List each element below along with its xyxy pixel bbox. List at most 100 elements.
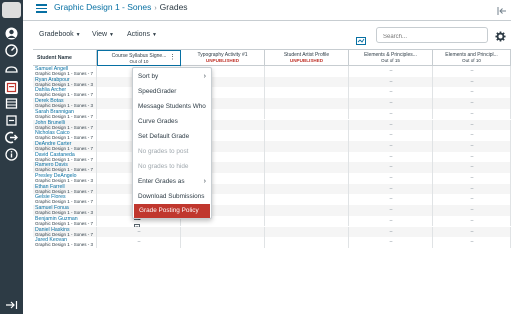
grade-cell[interactable]: [265, 66, 349, 77]
grade-cell[interactable]: –: [349, 130, 433, 141]
grade-cell[interactable]: –: [349, 76, 433, 88]
collapse-icon[interactable]: [5, 297, 18, 309]
grade-cell[interactable]: –: [349, 66, 433, 77]
student-cell[interactable]: Ramero Davis Graphic Design 1 - Sones - 7: [33, 162, 97, 173]
grade-cell[interactable]: [181, 226, 265, 238]
grade-cell[interactable]: [265, 87, 349, 99]
gradebook-menu-button[interactable]: Gradebook ▼: [39, 31, 81, 38]
grade-cell[interactable]: [265, 119, 349, 131]
grade-cell[interactable]: [265, 130, 349, 141]
student-cell[interactable]: John Brunelli Graphic Design 1 - Sones - …: [33, 119, 97, 131]
student-cell[interactable]: Ethan Farrell Graphic Design 1 - Sones - …: [33, 183, 97, 195]
student-cell[interactable]: DeAndre Carter Graphic Design 1 - Sones -…: [33, 140, 97, 152]
view-menu-button[interactable]: View ▼: [92, 31, 114, 38]
grade-cell[interactable]: –: [433, 183, 511, 195]
column-header-student-artist-profile[interactable]: Student Artist Profile UNPUBLISHED: [265, 50, 349, 66]
grade-cell[interactable]: [265, 194, 349, 206]
grade-cell[interactable]: –: [349, 183, 433, 195]
column-header-course-syllabus[interactable]: Course Syllabus Signe... Out of 10 ⋮: [97, 50, 181, 66]
history-icon[interactable]: [5, 114, 18, 127]
grade-cell[interactable]: –: [433, 237, 511, 248]
grade-cell[interactable]: –: [433, 194, 511, 206]
grade-cell[interactable]: [265, 237, 349, 248]
menu-item-enter-grades-as[interactable]: Enter Grades as ›: [133, 175, 211, 189]
grade-cell[interactable]: –: [349, 226, 433, 238]
student-cell[interactable]: Samuel Angell Graphic Design 1 - Sones - …: [33, 66, 97, 77]
grade-cell[interactable]: –: [349, 237, 433, 248]
grade-cell[interactable]: –: [349, 194, 433, 206]
grade-cell[interactable]: [265, 162, 349, 173]
grade-cell[interactable]: [265, 205, 349, 216]
grade-cell[interactable]: –: [97, 237, 181, 248]
help-icon[interactable]: [5, 148, 18, 161]
grade-cell[interactable]: –: [349, 119, 433, 131]
grade-cell[interactable]: [265, 108, 349, 120]
student-cell[interactable]: Dahlia Archer Graphic Design 1 - Sones - …: [33, 87, 97, 99]
filter-icon[interactable]: [356, 32, 366, 45]
student-cell[interactable]: Benjamin Guzman Graphic Design 1 - Sones …: [33, 215, 97, 227]
menu-item-set-default-grade[interactable]: Set Default Grade: [133, 130, 211, 144]
actions-menu-button[interactable]: Actions ▼: [127, 31, 157, 38]
courses-icon[interactable]: [5, 63, 18, 76]
grade-cell[interactable]: –: [433, 162, 511, 173]
menu-item-curve-grades[interactable]: Curve Grades: [133, 115, 211, 129]
search-input[interactable]: [376, 27, 488, 43]
grade-cell[interactable]: –: [433, 66, 511, 77]
grade-cell[interactable]: [265, 183, 349, 195]
grade-cell[interactable]: [181, 237, 265, 248]
menu-item-speedgrader[interactable]: SpeedGrader: [133, 85, 211, 99]
grade-cell[interactable]: –: [349, 87, 433, 99]
grade-cell[interactable]: –: [433, 87, 511, 99]
menu-item-grade-posting-policy[interactable]: Grade Posting Policy: [134, 204, 210, 218]
grade-cell[interactable]: [265, 226, 349, 238]
grade-cell[interactable]: [265, 215, 349, 227]
grade-cell[interactable]: [265, 98, 349, 109]
dashboard-icon[interactable]: [5, 44, 18, 57]
menu-item-sort-by[interactable]: Sort by ›: [133, 70, 211, 84]
grade-cell[interactable]: –: [349, 162, 433, 173]
column-header-typography-activity[interactable]: Typography Activity #1 UNPUBLISHED: [181, 50, 265, 66]
column-header-student-name[interactable]: Student Name: [33, 50, 97, 66]
institution-logo[interactable]: [2, 2, 21, 18]
grade-cell[interactable]: [265, 173, 349, 184]
grade-cell[interactable]: –: [433, 76, 511, 88]
kebab-menu-icon[interactable]: ⋮: [169, 54, 176, 61]
student-cell[interactable]: Presley DeAngelo Graphic Design 1 - Sones…: [33, 173, 97, 184]
account-icon[interactable]: [5, 27, 18, 40]
grade-cell[interactable]: –: [433, 98, 511, 109]
student-cell[interactable]: Ryan Arabpour Graphic Design 1 - Sones - …: [33, 76, 97, 88]
hamburger-icon[interactable]: [36, 4, 47, 13]
student-cell[interactable]: David Castaneda Graphic Design 1 - Sones …: [33, 151, 97, 163]
grade-cell[interactable]: –: [433, 215, 511, 227]
grade-cell[interactable]: –: [349, 140, 433, 152]
grade-cell[interactable]: –: [433, 151, 511, 163]
menu-item-message-students-who[interactable]: Message Students Who: [133, 100, 211, 114]
student-cell[interactable]: Daniel Haskins Graphic Design 1 - Sones -…: [33, 226, 97, 238]
student-cell[interactable]: Jared Keovan Graphic Design 1 - Sones - 3: [33, 237, 97, 248]
column-header-elements-principles-1[interactable]: Elements & Principles... Out of 15: [349, 50, 433, 66]
student-cell[interactable]: Sarah Brannigan Graphic Design 1 - Sones …: [33, 108, 97, 120]
grade-cell[interactable]: –: [433, 205, 511, 216]
grade-cell[interactable]: –: [349, 108, 433, 120]
grade-cell[interactable]: –: [433, 108, 511, 120]
breadcrumb-course-link[interactable]: Graphic Design 1 - Sones: [54, 2, 151, 12]
grade-cell[interactable]: –: [433, 226, 511, 238]
grade-cell[interactable]: –: [433, 130, 511, 141]
grade-cell[interactable]: –: [97, 226, 181, 238]
grade-cell[interactable]: –: [349, 173, 433, 184]
commons-icon[interactable]: [5, 131, 18, 144]
grade-cell[interactable]: [265, 76, 349, 88]
calendar-icon[interactable]: [5, 81, 18, 94]
student-cell[interactable]: Samuel Fonua Graphic Design 1 - Sones - 3: [33, 205, 97, 216]
grade-cell[interactable]: –: [349, 205, 433, 216]
student-cell[interactable]: Derek Botas Graphic Design 1 - Sones - 3: [33, 98, 97, 109]
inbox-icon[interactable]: [5, 97, 18, 110]
student-cell[interactable]: Nicholas Caico Graphic Design 1 - Sones -…: [33, 130, 97, 141]
grade-cell[interactable]: –: [349, 215, 433, 227]
grade-cell[interactable]: –: [349, 98, 433, 109]
collapse-panel-icon[interactable]: [497, 3, 507, 15]
menu-item-download-submissions[interactable]: Download Submissions: [133, 190, 211, 204]
grade-cell[interactable]: –: [433, 140, 511, 152]
grade-cell[interactable]: [265, 140, 349, 152]
grade-cell[interactable]: –: [349, 151, 433, 163]
